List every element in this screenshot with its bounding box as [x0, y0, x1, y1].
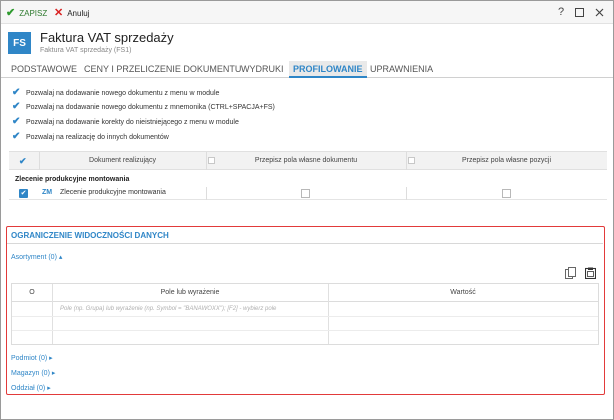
column-header-item-fields[interactable]: Przepisz pola własne pozycji: [406, 152, 607, 170]
caret-right-icon: ▸: [51, 370, 56, 377]
field-expression-input[interactable]: Pole (np. Grupa) lub wyrażenie (np. Symb…: [60, 306, 276, 312]
permission-label: Pozwalaj na dodawanie nowego dokumentu z…: [26, 103, 275, 111]
tab-ceny[interactable]: CENY I PRZELICZENIE DOKUMENTU: [84, 61, 241, 78]
permission-item[interactable]: ✔ Pozwalaj na dodawanie nowego dokumentu…: [12, 87, 219, 99]
tab-uprawnienia[interactable]: UPRAWNIENIA: [370, 61, 433, 78]
column-divider: [206, 187, 207, 200]
maximize-icon: [574, 7, 584, 17]
permission-label: Pozwalaj na realizację do innych dokumen…: [26, 133, 169, 141]
maximize-button[interactable]: [571, 5, 587, 19]
column-divider: [328, 284, 329, 344]
help-icon: ?: [557, 6, 565, 18]
check-icon: ✔: [12, 116, 21, 127]
assortment-section-toggle[interactable]: Asortyment (0) ▴: [11, 253, 62, 261]
close-icon: [595, 8, 603, 16]
title-bar: ✔ ZAPISZ ✕ Anuluj ?: [1, 1, 613, 24]
save-button[interactable]: ✔ ZAPISZ: [6, 6, 47, 20]
permission-item[interactable]: ✔ Pozwalaj na dodawanie korekty do nieis…: [12, 116, 239, 128]
document-type-badge: FS: [8, 32, 31, 54]
caret-right-icon: ▸: [47, 385, 51, 392]
visibility-title: OGRANICZENIE WIDOCZNOŚCI DANYCH: [11, 231, 169, 240]
column-header-field[interactable]: Pole lub wyrażenie: [52, 284, 328, 302]
save-label: ZAPISZ: [19, 8, 48, 18]
select-all-checkbox[interactable]: ✔: [19, 156, 27, 167]
subject-section-toggle[interactable]: Podmiot (0) ▸: [11, 354, 53, 362]
row-checkbox[interactable]: ✔: [19, 189, 28, 198]
tab-profilowanie[interactable]: PROFILOWANIE: [289, 61, 367, 78]
check-icon: ✔: [12, 87, 21, 98]
caret-up-icon: ▴: [58, 254, 63, 261]
tab-podstawowe[interactable]: PODSTAWOWE: [11, 61, 77, 78]
cancel-button[interactable]: ✕ Anuluj: [54, 6, 89, 20]
document-name: Zlecenie produkcyjne montowania: [60, 189, 166, 196]
page-title: Faktura VAT sprzedaży: [40, 30, 174, 45]
column-divider: [406, 187, 407, 200]
column-divider: [52, 284, 53, 344]
visibility-table: O Pole lub wyrażenie Wartość Pole (np. G…: [11, 283, 599, 345]
document-window: ✔ ZAPISZ ✕ Anuluj ? FS Faktura VAT sprze…: [0, 0, 614, 420]
copy-doc-fields-checkbox[interactable]: [301, 189, 310, 198]
table-row[interactable]: ✔ ZM Zlecenie produkcyjne montowania: [9, 187, 607, 200]
group-label: Zlecenie produkcyjne montowania: [15, 176, 130, 183]
warehouse-label: Magazyn (0): [11, 370, 50, 377]
tab-wydruki[interactable]: WYDRUKI: [241, 61, 284, 78]
divider: [7, 243, 603, 244]
x-icon: ✕: [54, 6, 64, 19]
table-header: ✔ Dokument realizujący Przepisz pola wła…: [9, 151, 607, 170]
column-header-document[interactable]: Dokument realizujący: [39, 152, 206, 170]
caret-right-icon: ▸: [49, 355, 53, 362]
column-header-doc-fields[interactable]: Przepisz pola własne dokumentu: [206, 152, 406, 170]
permission-label: Pozwalaj na dodawanie nowego dokumentu z…: [26, 89, 220, 97]
check-icon: ✔: [12, 101, 21, 112]
check-icon: ✔: [12, 131, 21, 142]
check-icon: ✔: [6, 6, 16, 19]
visibility-panel: OGRANICZENIE WIDOCZNOŚCI DANYCH Asortyme…: [6, 226, 605, 395]
close-button[interactable]: [591, 5, 607, 19]
permission-label: Pozwalaj na dodawanie korekty do nieistn…: [26, 118, 239, 126]
row-divider: [12, 330, 598, 331]
column-header-value[interactable]: Wartość: [328, 284, 598, 302]
document-code: ZM: [42, 189, 53, 196]
table-header: O Pole lub wyrażenie Wartość: [12, 284, 598, 302]
assortment-label: Asortyment (0): [11, 254, 57, 261]
warehouse-section-toggle[interactable]: Magazyn (0) ▸: [11, 369, 55, 377]
tab-bar: PODSTAWOWE CENY I PRZELICZENIE DOKUMENTU…: [1, 61, 613, 78]
subject-label: Podmiot (0): [11, 355, 48, 362]
column-header-o[interactable]: O: [12, 284, 52, 302]
clipboard-icon[interactable]: [585, 267, 596, 279]
branch-label: Oddział (0): [11, 385, 46, 392]
permission-item[interactable]: ✔ Pozwalaj na dodawanie nowego dokumentu…: [12, 101, 275, 113]
branch-section-toggle[interactable]: Oddział (0) ▸: [11, 384, 51, 392]
cancel-label: Anuluj: [67, 8, 90, 18]
page-subtitle: Faktura VAT sprzedaży (FS1): [40, 47, 132, 54]
copy-icon[interactable]: [565, 267, 576, 279]
row-divider: [12, 316, 598, 317]
copy-item-fields-checkbox[interactable]: [502, 189, 511, 198]
permission-item[interactable]: ✔ Pozwalaj na realizację do innych dokum…: [12, 131, 169, 143]
help-button[interactable]: ?: [553, 5, 569, 19]
